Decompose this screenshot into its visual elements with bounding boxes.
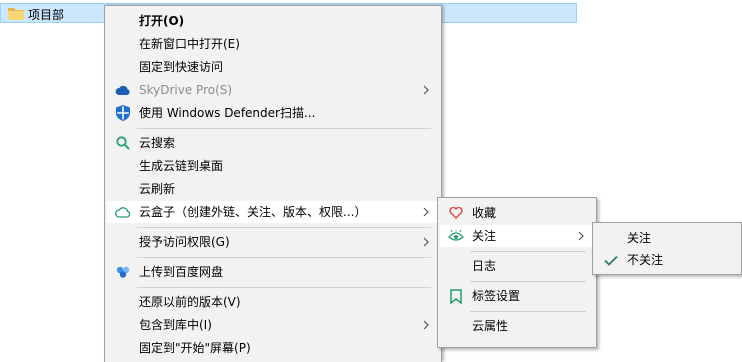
menu-separator — [137, 227, 431, 228]
menu-item-upload-baidu[interactable]: 上传到百度网盘 — [107, 261, 439, 283]
submenu-item-cloud-properties-label: 云属性 — [472, 319, 509, 333]
menu-item-skydrive-label: SkyDrive Pro(S) — [139, 83, 233, 97]
menu-item-pin-quick-access[interactable]: 固定到快速访问 — [107, 56, 439, 78]
menu-item-include-library[interactable]: 包含到库中(I) — [107, 314, 439, 336]
menu-item-cloud-refresh-label: 云刷新 — [139, 182, 176, 196]
menu-item-open[interactable]: 打开(O) — [107, 10, 439, 32]
context-menu: 打开(O) 在新窗口中打开(E) 固定到快速访问 SkyDrive Pro(S)… — [104, 5, 442, 362]
chevron-right-icon — [423, 314, 429, 330]
menu-item-restore-versions-label: 还原以前的版本(V) — [139, 295, 241, 309]
folder-icon — [8, 7, 24, 20]
cloud-box-icon — [115, 204, 131, 220]
checkmark-icon — [603, 252, 619, 268]
submenu-item-favorite-label: 收藏 — [472, 206, 497, 220]
menu-separator — [470, 311, 586, 312]
menu-item-cloud-refresh[interactable]: 云刷新 — [107, 178, 439, 200]
cloud-box-submenu: 收藏 关注 日志 标签设置 云属性 — [437, 197, 597, 348]
follow-item-unfollow[interactable]: 不关注 — [595, 249, 739, 271]
follow-item-follow-label: 关注 — [627, 231, 652, 245]
submenu-item-tag-settings-label: 标签设置 — [472, 289, 521, 303]
submenu-item-favorite[interactable]: 收藏 — [440, 202, 594, 224]
menu-item-grant-access-label: 授予访问权限(G) — [139, 235, 230, 249]
menu-item-pin-start[interactable]: 固定到"开始"屏幕(P) — [107, 337, 439, 359]
menu-item-cloud-box-label: 云盒子（创建外链、关注、版本、权限...） — [139, 205, 367, 219]
menu-separator — [137, 287, 431, 288]
menu-item-defender-scan-label: 使用 Windows Defender扫描... — [139, 106, 316, 120]
chevron-right-icon — [578, 225, 584, 241]
follow-item-follow[interactable]: 关注 — [595, 227, 739, 249]
menu-item-open-new-window-label: 在新窗口中打开(E) — [139, 37, 240, 51]
chevron-right-icon — [423, 231, 429, 247]
menu-item-pin-quick-access-label: 固定到快速访问 — [139, 60, 224, 74]
submenu-item-tag-settings[interactable]: 标签设置 — [440, 285, 594, 307]
menu-item-restore-versions[interactable]: 还原以前的版本(V) — [107, 291, 439, 313]
menu-separator — [137, 128, 431, 129]
menu-item-cloud-search[interactable]: 云搜索 — [107, 132, 439, 154]
baidu-netdisk-icon — [115, 264, 131, 280]
search-icon — [115, 135, 131, 151]
menu-separator — [470, 251, 586, 252]
file-name: 项目部 — [28, 8, 65, 22]
chevron-right-icon — [423, 79, 429, 95]
menu-item-open-new-window[interactable]: 在新窗口中打开(E) — [107, 33, 439, 55]
bookmark-icon — [448, 288, 464, 304]
heart-icon — [448, 205, 464, 221]
menu-item-include-library-label: 包含到库中(I) — [139, 318, 212, 332]
menu-item-cloud-link-desktop-label: 生成云链到桌面 — [139, 159, 224, 173]
menu-item-pin-start-label: 固定到"开始"屏幕(P) — [139, 341, 251, 355]
menu-item-grant-access[interactable]: 授予访问权限(G) — [107, 231, 439, 253]
menu-separator — [137, 257, 431, 258]
follow-item-unfollow-label: 不关注 — [627, 253, 664, 267]
menu-separator — [470, 281, 586, 282]
submenu-item-follow[interactable]: 关注 — [440, 225, 594, 247]
follow-submenu: 关注 不关注 — [592, 222, 742, 275]
submenu-item-cloud-properties[interactable]: 云属性 — [440, 315, 594, 337]
menu-item-cloud-link-desktop[interactable]: 生成云链到桌面 — [107, 155, 439, 177]
submenu-item-follow-label: 关注 — [472, 229, 497, 243]
cloud-icon — [115, 82, 131, 98]
chevron-right-icon — [423, 201, 429, 217]
shield-icon — [115, 105, 131, 121]
menu-item-cloud-search-label: 云搜索 — [139, 136, 176, 150]
menu-item-open-label: 打开(O) — [139, 14, 185, 28]
menu-item-defender-scan[interactable]: 使用 Windows Defender扫描... — [107, 102, 439, 124]
menu-item-upload-baidu-label: 上传到百度网盘 — [139, 265, 224, 279]
menu-item-cloud-box[interactable]: 云盒子（创建外链、关注、版本、权限...） — [107, 201, 439, 223]
eye-icon — [448, 228, 464, 244]
submenu-item-log-label: 日志 — [472, 259, 497, 273]
submenu-item-log[interactable]: 日志 — [440, 255, 594, 277]
menu-item-skydrive[interactable]: SkyDrive Pro(S) — [107, 79, 439, 101]
